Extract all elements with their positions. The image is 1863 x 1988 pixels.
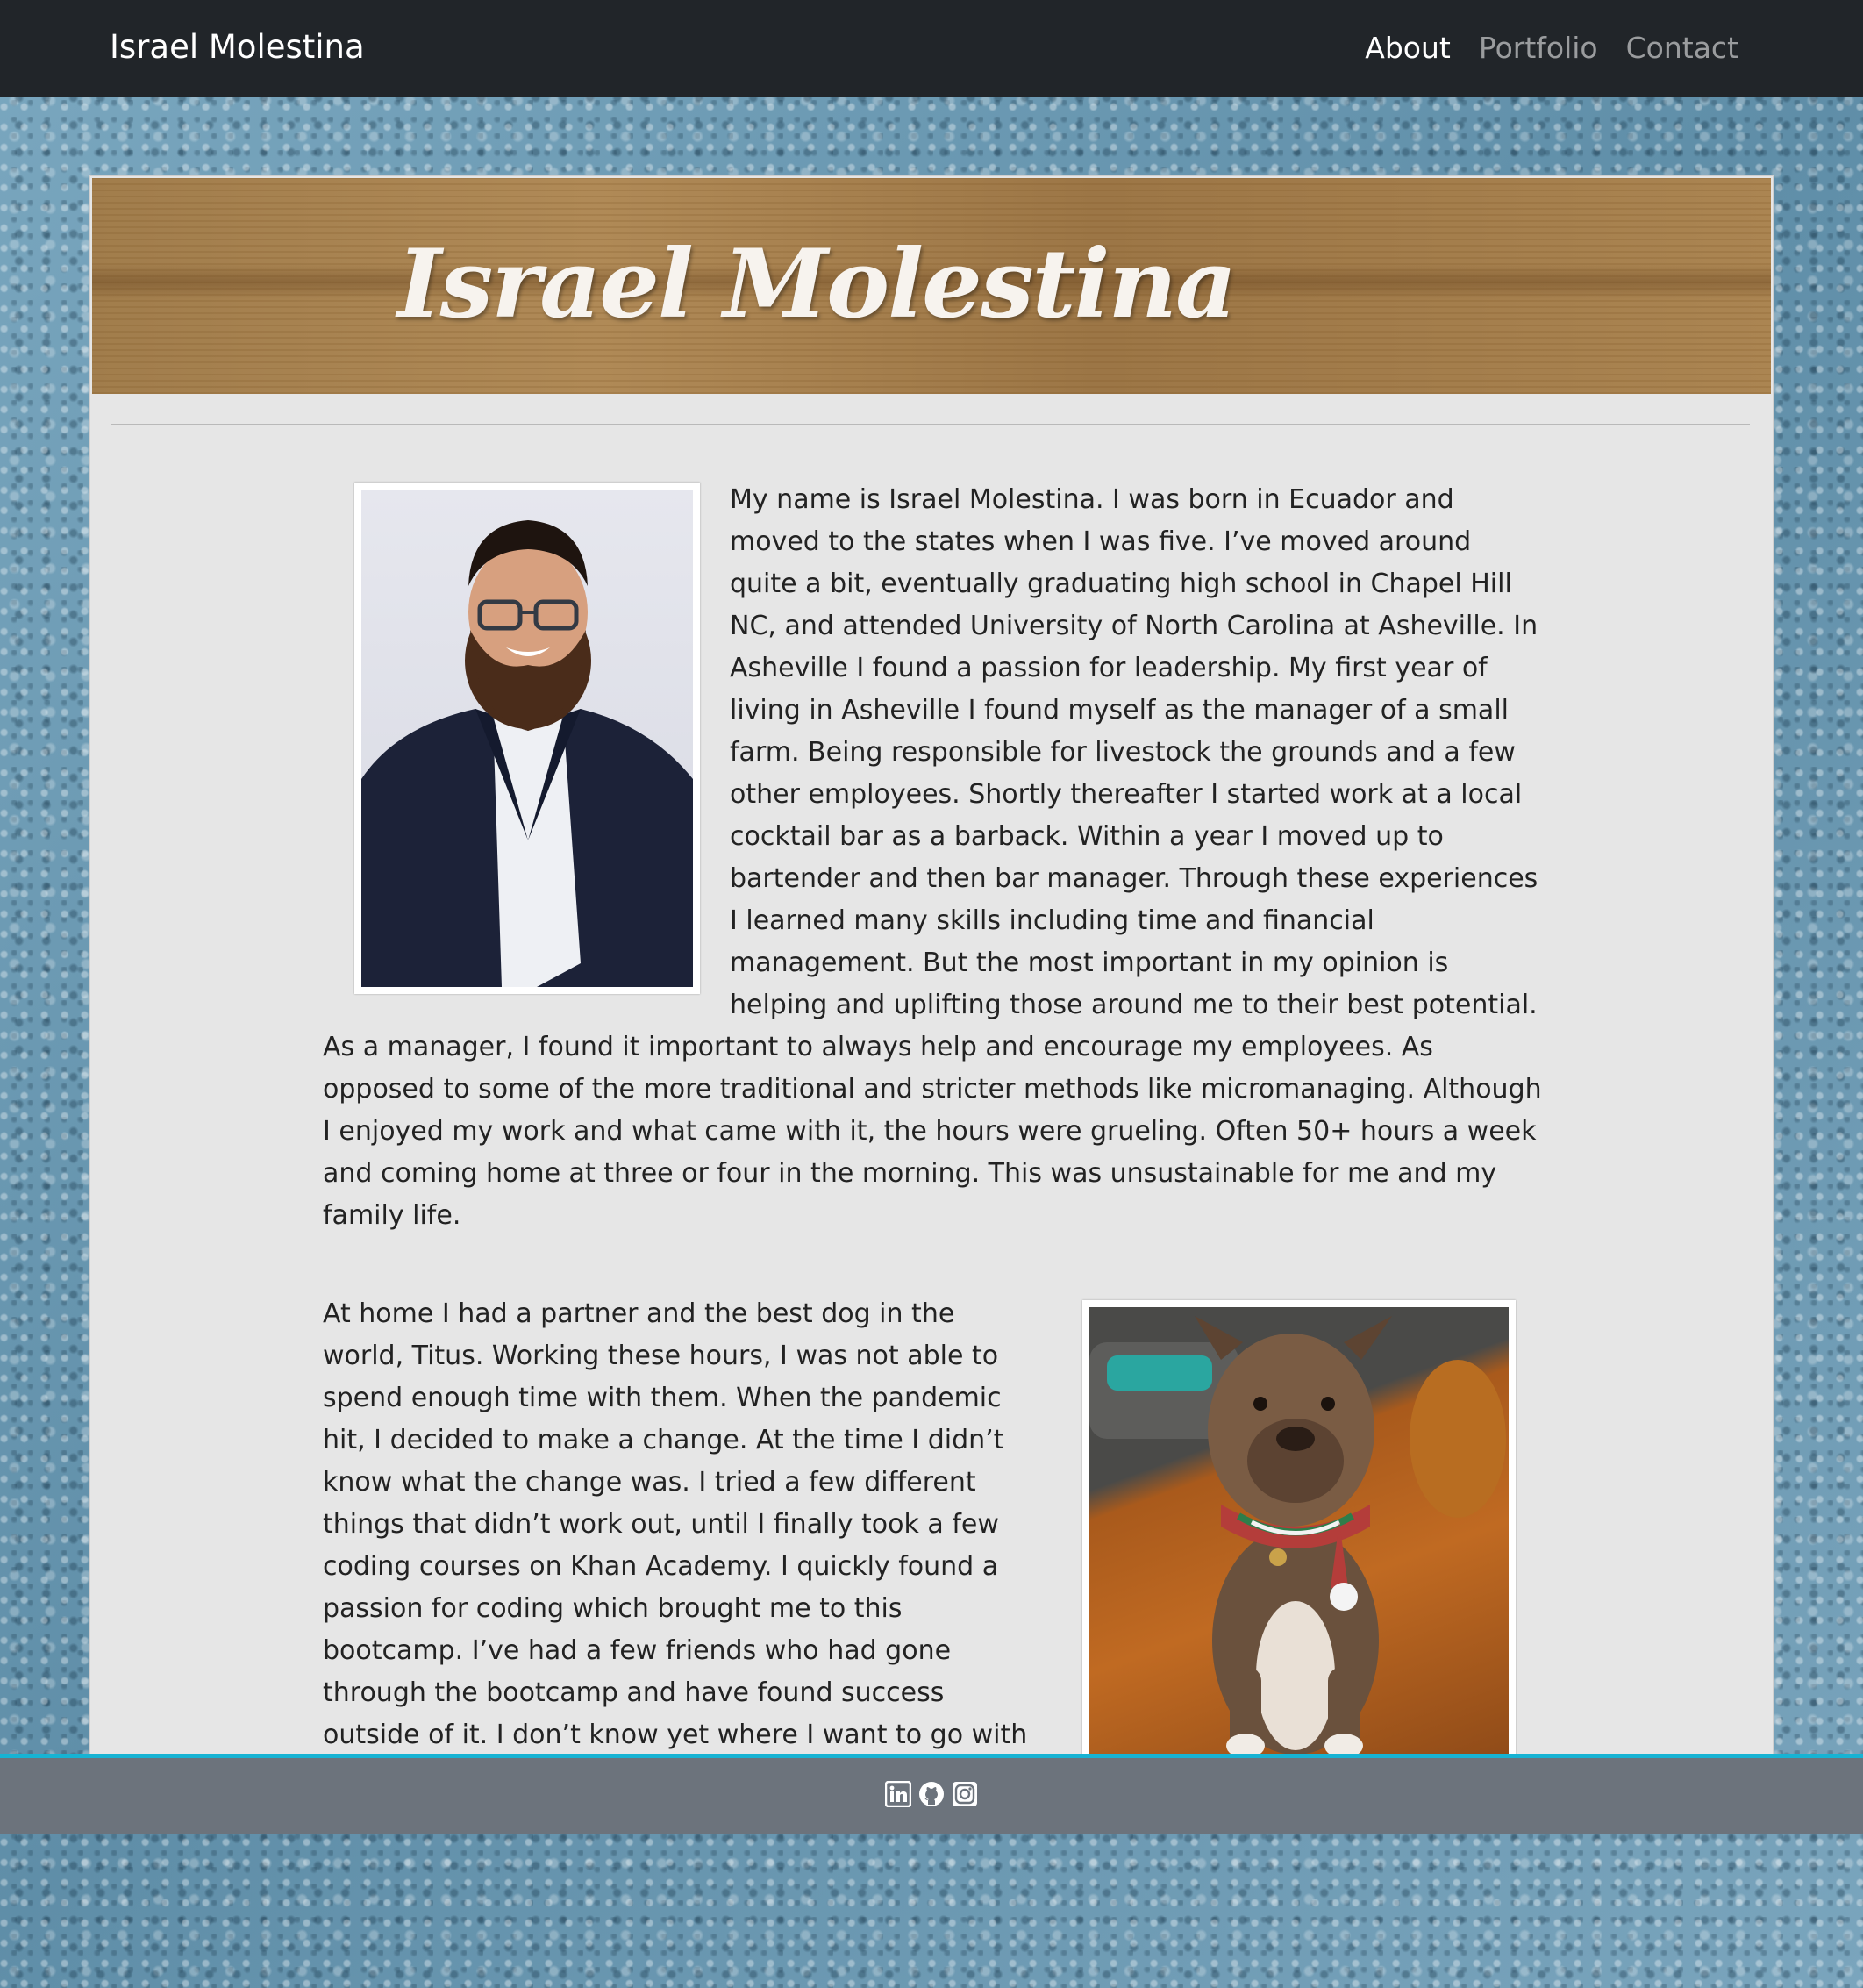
navbar: Israel Molestina About Portfolio Contact: [0, 0, 1863, 97]
github-icon[interactable]: [918, 1781, 945, 1807]
header-banner: Israel Molestina: [92, 178, 1771, 394]
page-title: Israel Molestina: [397, 229, 1237, 340]
portrait-photo: [354, 483, 700, 994]
instagram-icon[interactable]: [952, 1781, 978, 1807]
about-card: Israel Molestina My name is Israel Moles…: [89, 175, 1774, 1834]
nav-links: About Portfolio Contact: [1365, 31, 1738, 65]
navbar-brand[interactable]: Israel Molestina: [110, 28, 365, 66]
dog-image: [1089, 1307, 1509, 1765]
social-links: [884, 1780, 978, 1808]
about-content: My name is Israel Molestina. I was born …: [323, 479, 1542, 1897]
portrait-image: [361, 490, 693, 987]
nav-link-contact[interactable]: Contact: [1626, 31, 1738, 65]
divider: [111, 424, 1750, 425]
linkedin-icon[interactable]: [884, 1780, 912, 1808]
footer: [0, 1754, 1863, 1834]
nav-link-portfolio[interactable]: Portfolio: [1479, 31, 1598, 65]
nav-link-about[interactable]: About: [1365, 31, 1451, 65]
dog-photo: [1082, 1300, 1516, 1772]
